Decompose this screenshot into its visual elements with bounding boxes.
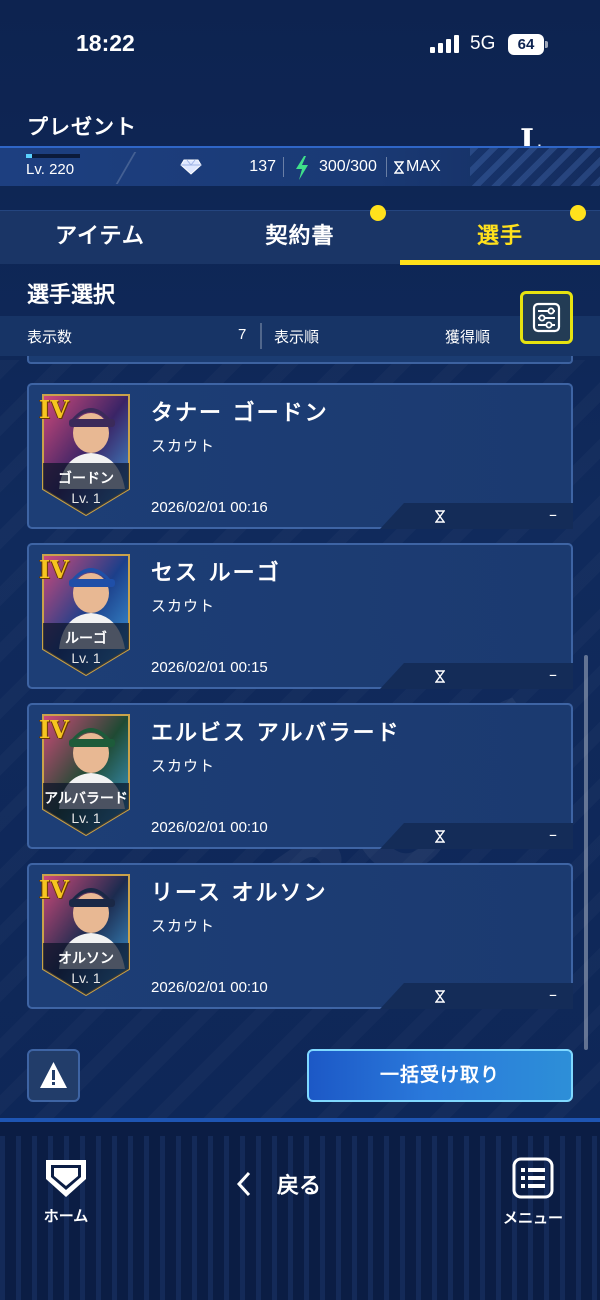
diamond-icon [180,159,202,175]
warning-button[interactable] [27,1049,80,1102]
divider [260,323,262,349]
player-card[interactable]: IV ルーゴ Lv. 1 セス ルーゴ スカウト 2026/02/01 00:1… [27,543,573,689]
thumbnail-name: ルーゴ [65,631,107,647]
player-name: セス ルーゴ [151,561,281,586]
bottom-navigation: ホーム 戻る メニュー [0,1118,600,1300]
player-thumbnail[interactable]: IV ルーゴ Lv. 1 [39,553,133,677]
nav-menu[interactable]: メニュー [498,1157,568,1228]
acquired-date: 2026/02/01 00:10 [151,979,268,996]
filter-settings-button[interactable] [520,291,573,344]
tab-items[interactable]: アイテム [0,211,200,265]
expiry-footer: – [380,983,573,1009]
sliders-icon [532,302,561,333]
hourglass-icon [394,161,404,174]
expiry-footer: – [380,503,573,529]
expiry-value: – [549,505,557,524]
players-badge-dot [570,205,586,221]
warning-icon [40,1062,67,1088]
acquired-date: 2026/02/01 00:10 [151,819,268,836]
battery-tip [545,41,548,48]
contracts-badge-dot [370,205,386,221]
hourglass-icon [435,830,445,843]
order-value[interactable]: 獲得順 [445,326,490,347]
player-stats-bar: Lv. 220 137 300/300 MAX [0,146,600,186]
stamina-value: 300/300 [319,158,377,175]
level-progress-fill [26,154,32,158]
hourglass-icon [435,510,445,523]
nav-back-button[interactable]: 戻る [277,1168,321,1200]
acquisition-source: スカウト [151,917,216,935]
battery-icon: 64 [508,34,544,55]
expiry-value: – [549,825,557,844]
stamina-max-label: MAX [406,158,441,175]
player-name: エルビス アルバラード [151,721,401,746]
player-list[interactable]: IV ゴードン Lv. 1 タナー ゴードン スカウト 2026/02/01 0… [0,356,600,1032]
rank-badge: IV [39,715,69,744]
player-thumbnail[interactable]: IV ゴードン Lv. 1 [39,393,133,517]
divider [115,152,137,184]
player-card[interactable]: IV オルソン Lv. 1 リース オルソン スカウト 2026/02/01 0… [27,863,573,1009]
level-info: Lv. 220 [26,154,80,178]
player-name: リース オルソン [151,881,328,906]
thumbnail-level: Lv. 1 [71,490,101,506]
level-progress-bar [26,154,80,158]
expiry-footer: – [380,663,573,689]
player-thumbnail[interactable]: IV アルバラード Lv. 1 [39,713,133,837]
gem-count: 137 [249,158,276,175]
thumbnail-level: Lv. 1 [71,810,101,826]
acquisition-source: スカウト [151,597,216,615]
scrollbar[interactable] [584,655,588,1050]
acquired-date: 2026/02/01 00:16 [151,499,268,516]
divider [283,157,284,177]
acquired-date: 2026/02/01 00:15 [151,659,268,676]
stamina-bolt-icon [296,156,308,180]
expiry-footer: – [380,823,573,849]
thumbnail-level: Lv. 1 [71,970,101,986]
nav-home[interactable]: ホーム [35,1157,97,1226]
menu-list-icon [512,1157,554,1199]
divider [386,157,387,177]
partial-list-item[interactable] [27,356,573,364]
nav-home-label: ホーム [43,1207,89,1225]
acquisition-source: スカウト [151,437,216,455]
signal-icon [430,35,462,53]
rank-badge: IV [39,555,69,584]
status-time: 18:22 [76,30,135,56]
hourglass-icon [435,990,445,1003]
rank-badge: IV [39,875,69,904]
section-title: 選手選択 [27,283,116,308]
player-card[interactable]: IV ゴードン Lv. 1 タナー ゴードン スカウト 2026/02/01 0… [27,383,573,529]
nav-menu-label: メニュー [502,1209,563,1227]
thumbnail-level: Lv. 1 [71,650,101,666]
page-title: プレゼント [27,115,137,139]
category-tabs: アイテム 契約書 選手 [0,210,600,265]
thumbnail-name: ゴードン [58,471,114,487]
player-card[interactable]: IV アルバラード Lv. 1 エルビス アルバラード スカウト 2026/02… [27,703,573,849]
thumbnail-name: アルバラード [44,791,128,807]
hourglass-icon [435,670,445,683]
network-label: 5G [470,33,496,54]
claim-all-button[interactable]: 一括受け取り [307,1049,573,1102]
count-label: 表示数 [27,328,73,346]
sort-row: 表示数 7 表示順 獲得順 [0,316,600,356]
status-bar: 18:22 5G 64 [0,0,600,90]
expiry-value: – [549,665,557,684]
player-name: タナー ゴードン [151,401,329,426]
thumbnail-name: オルソン [58,951,114,967]
count-value: 7 [238,326,247,343]
tab-contracts[interactable]: 契約書 [200,211,400,265]
acquisition-source: スカウト [151,757,216,775]
player-thumbnail[interactable]: IV オルソン Lv. 1 [39,873,133,997]
order-label: 表示順 [274,328,320,346]
home-plate-icon [46,1160,86,1197]
rank-badge: IV [39,395,69,424]
level-text: Lv. 220 [26,161,75,178]
chevron-left-icon[interactable] [235,1170,253,1198]
tab-players[interactable]: 選手 [400,211,600,265]
expiry-value: – [549,985,557,1004]
